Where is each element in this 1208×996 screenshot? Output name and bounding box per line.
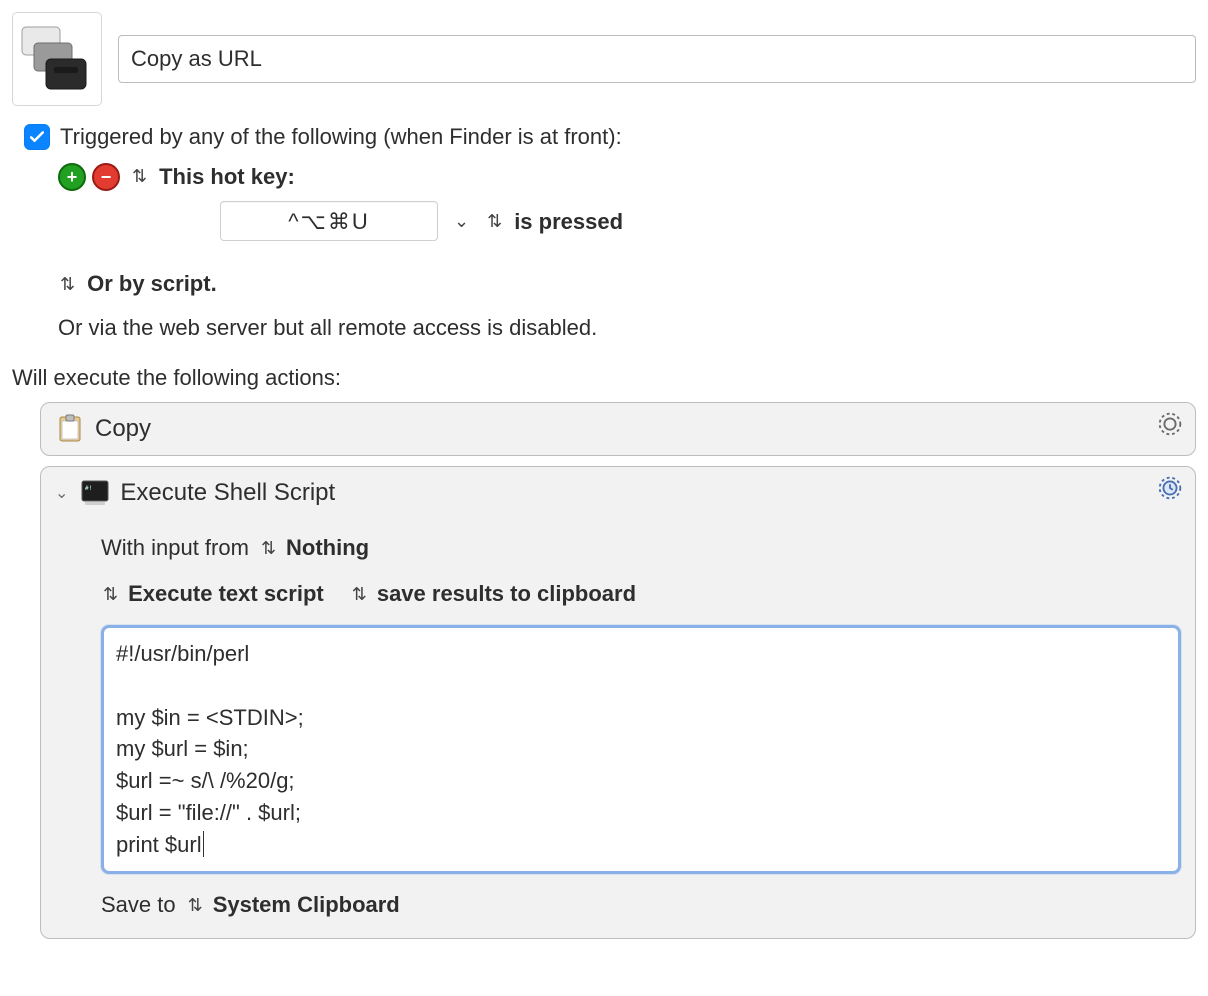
macro-title-field[interactable]: Copy as URL <box>118 35 1196 83</box>
trigger-section: Triggered by any of the following (when … <box>12 122 1196 343</box>
action-shell-body: With input from ⇅ Nothing ⇅ Execute text… <box>55 511 1181 919</box>
macro-type-icon[interactable] <box>12 12 102 106</box>
text-caret <box>203 831 204 857</box>
hotkey-label: This hot key: <box>159 162 295 192</box>
actions-intro: Will execute the following actions: <box>12 363 1196 393</box>
macro-title-text: Copy as URL <box>131 44 262 74</box>
trigger-enabled-row: Triggered by any of the following (when … <box>24 122 1196 152</box>
action-copy-gear-icon[interactable] <box>1155 409 1185 447</box>
script-text: #!/usr/bin/perl my $in = <STDIN>; my $ur… <box>116 641 304 857</box>
stepper-icon: ⇅ <box>101 582 120 606</box>
trigger-type-stepper-icon[interactable]: ⇅ <box>130 164 149 188</box>
script-textarea[interactable]: #!/usr/bin/perl my $in = <STDIN>; my $ur… <box>101 625 1181 874</box>
clipboard-icon <box>55 414 85 444</box>
trigger-enabled-label: Triggered by any of the following (when … <box>60 122 622 152</box>
save-to-selector[interactable]: ⇅ System Clipboard <box>186 890 400 920</box>
save-to-row: Save to ⇅ System Clipboard <box>101 890 1181 920</box>
mode-selector[interactable]: ⇅ Execute text script <box>101 579 324 609</box>
hotkey-value-row: ^⌥⌘U ⌄ ⇅ is pressed <box>24 201 1196 241</box>
or-script-label: Or by script. <box>87 269 217 299</box>
hotkey-when-label: is pressed <box>514 207 623 237</box>
stepper-icon: ⇅ <box>259 536 278 560</box>
stepper-icon: ⇅ <box>350 582 369 606</box>
action-shell-card[interactable]: ⌄ #! Execute Shell Script With input fro… <box>40 466 1196 938</box>
hotkey-when-stepper-icon[interactable]: ⇅ <box>485 209 504 233</box>
disclose-icon[interactable]: ⌄ <box>55 483 68 505</box>
save-to-label: Save to <box>101 890 176 920</box>
results-selector[interactable]: ⇅ save results to clipboard <box>350 579 636 609</box>
stepper-icon: ⇅ <box>186 893 205 917</box>
action-shell-gear-icon[interactable] <box>1155 473 1185 511</box>
input-from-label: With input from <box>101 533 249 563</box>
input-from-selector[interactable]: ⇅ Nothing <box>259 533 369 563</box>
input-from-value: Nothing <box>286 533 369 563</box>
hotkey-value: ^⌥⌘U <box>288 207 370 237</box>
hotkey-label-row: + − ⇅ This hot key: <box>24 162 1196 192</box>
remove-trigger-button[interactable]: − <box>92 163 120 191</box>
mode-value: Execute text script <box>128 579 324 609</box>
or-web-row: Or via the web server but all remote acc… <box>24 313 1196 343</box>
action-shell-title: Execute Shell Script <box>120 477 335 509</box>
or-script-stepper-icon[interactable]: ⇅ <box>58 272 77 296</box>
svg-text:#!: #! <box>85 485 92 492</box>
terminal-icon: #! <box>80 478 110 508</box>
or-script-row: ⇅ Or by script. <box>24 269 1196 299</box>
action-shell-header: ⌄ #! Execute Shell Script <box>55 475 1181 511</box>
action-copy-title: Copy <box>95 413 151 445</box>
or-web-text: Or via the web server but all remote acc… <box>58 313 597 343</box>
trigger-enabled-checkbox[interactable] <box>24 124 50 150</box>
input-from-row: With input from ⇅ Nothing <box>101 533 1181 563</box>
actions-intro-text: Will execute the following actions: <box>12 365 341 390</box>
action-copy-header: Copy <box>55 411 1181 447</box>
save-to-value: System Clipboard <box>213 890 400 920</box>
mode-row: ⇅ Execute text script ⇅ save results to … <box>101 579 1181 609</box>
results-value: save results to clipboard <box>377 579 636 609</box>
add-remove-trigger: + − <box>58 163 120 191</box>
add-trigger-button[interactable]: + <box>58 163 86 191</box>
hotkey-field[interactable]: ^⌥⌘U <box>220 201 438 241</box>
action-copy-card[interactable]: Copy <box>40 402 1196 456</box>
header: Copy as URL <box>12 12 1196 106</box>
chevron-down-icon[interactable]: ⌄ <box>448 209 475 233</box>
